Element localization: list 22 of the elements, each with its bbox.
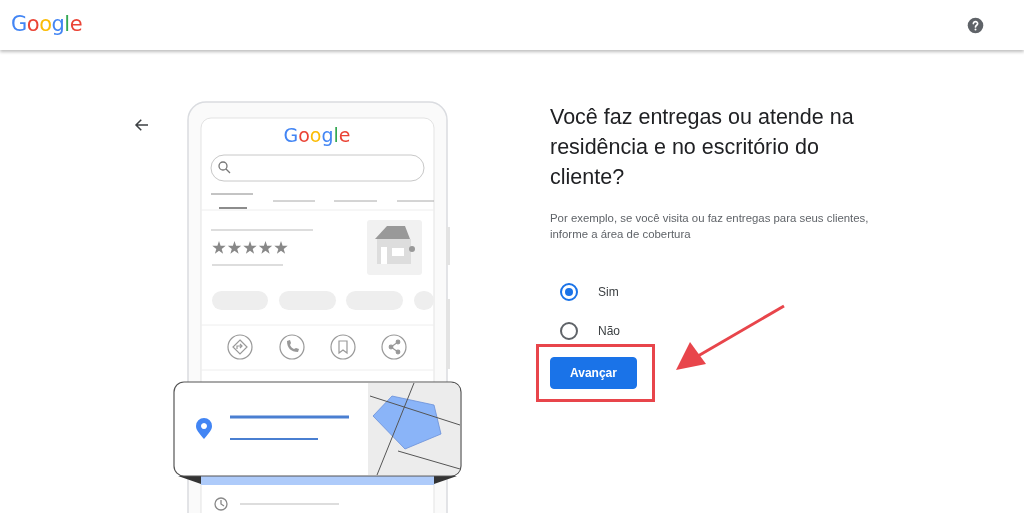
store-icon <box>367 220 422 275</box>
bookmark-icon <box>330 334 356 360</box>
option-label[interactable]: Sim <box>598 282 619 301</box>
location-pin-icon <box>196 418 212 439</box>
star-icon <box>274 241 288 254</box>
star-icon <box>243 241 257 254</box>
google-logo: Google <box>283 124 351 146</box>
clock-icon <box>214 497 228 511</box>
question-heading: Você faz entregas ou atende na residência e no escritório do cliente? <box>550 104 855 191</box>
option-label[interactable]: Não <box>598 321 620 340</box>
directions-icon <box>227 334 253 360</box>
star-icon <box>227 241 242 254</box>
help-icon[interactable] <box>967 16 984 34</box>
radio-button[interactable] <box>560 282 578 301</box>
phone-icon <box>279 334 305 360</box>
star-icon <box>258 241 273 254</box>
question-description: Por exemplo, se você visita ou faz entregas para seus clientes, informe a área de cobertura <box>550 211 870 242</box>
share-icon <box>381 334 407 360</box>
next-button[interactable]: Avançar <box>550 357 637 389</box>
star-icon <box>212 241 226 254</box>
google-logo: Google <box>11 11 83 39</box>
radio-button[interactable] <box>560 321 578 340</box>
